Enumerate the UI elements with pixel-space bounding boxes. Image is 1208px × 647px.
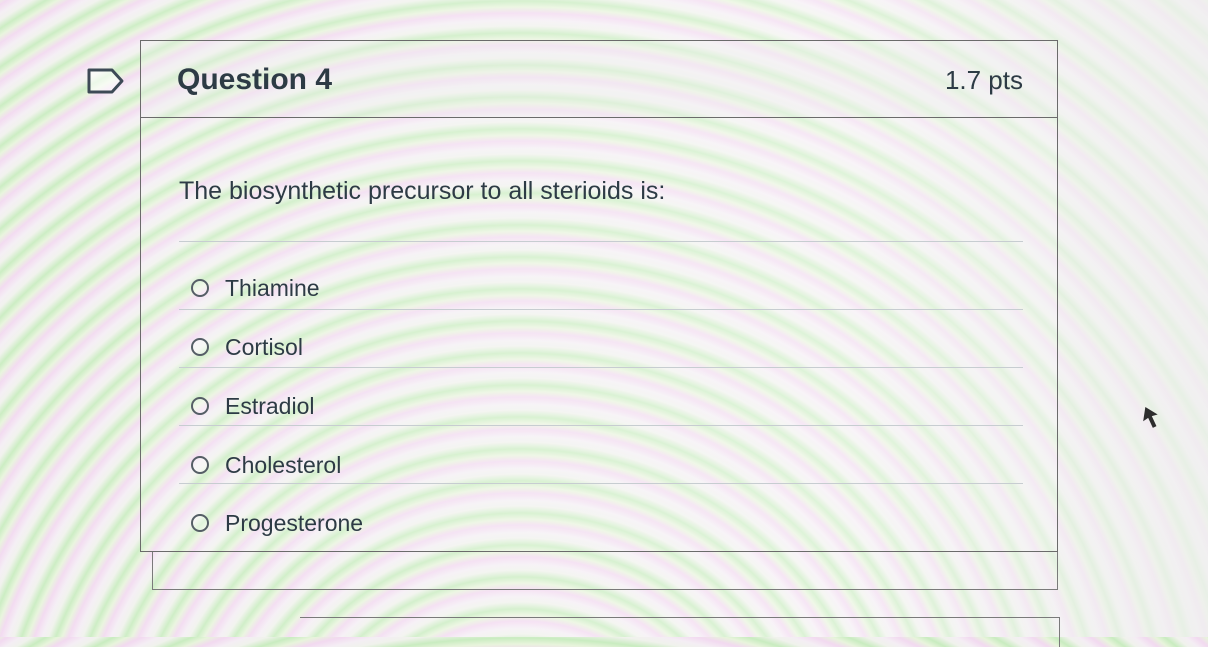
- answer-label[interactable]: Thiamine: [225, 275, 320, 302]
- question-card: Question 4 1.7 pts The biosynthetic prec…: [140, 40, 1058, 552]
- answer-divider: [179, 425, 1023, 426]
- radio-button[interactable]: [191, 279, 209, 297]
- card-shadow-frame: [152, 552, 1058, 590]
- answer-label[interactable]: Cholesterol: [225, 452, 341, 479]
- answer-label[interactable]: Estradiol: [225, 393, 314, 420]
- answer-option[interactable]: Cortisol: [191, 327, 303, 367]
- answer-divider: [179, 309, 1023, 310]
- radio-button[interactable]: [191, 338, 209, 356]
- flag-question-icon[interactable]: [86, 66, 126, 96]
- radio-button[interactable]: [191, 397, 209, 415]
- question-title: Question 4: [177, 63, 333, 96]
- answers-top-divider: [179, 241, 1023, 242]
- mouse-pointer-icon: [1143, 407, 1158, 428]
- next-question-card-edge: [300, 617, 1060, 647]
- answer-label[interactable]: Progesterone: [225, 510, 363, 537]
- answer-divider: [179, 483, 1023, 484]
- answer-option[interactable]: Thiamine: [191, 268, 320, 308]
- question-points: 1.7 pts: [944, 65, 1023, 95]
- question-header: Question 4 1.7 pts: [141, 41, 1057, 118]
- answer-option[interactable]: Progesterone: [191, 503, 363, 543]
- answer-option[interactable]: Estradiol: [191, 386, 314, 426]
- radio-button[interactable]: [191, 514, 209, 532]
- radio-button[interactable]: [191, 456, 209, 474]
- answer-label[interactable]: Cortisol: [225, 334, 303, 361]
- answer-divider: [179, 367, 1023, 368]
- question-text: The biosynthetic precursor to all sterio…: [179, 177, 666, 205]
- answer-option[interactable]: Cholesterol: [191, 445, 341, 485]
